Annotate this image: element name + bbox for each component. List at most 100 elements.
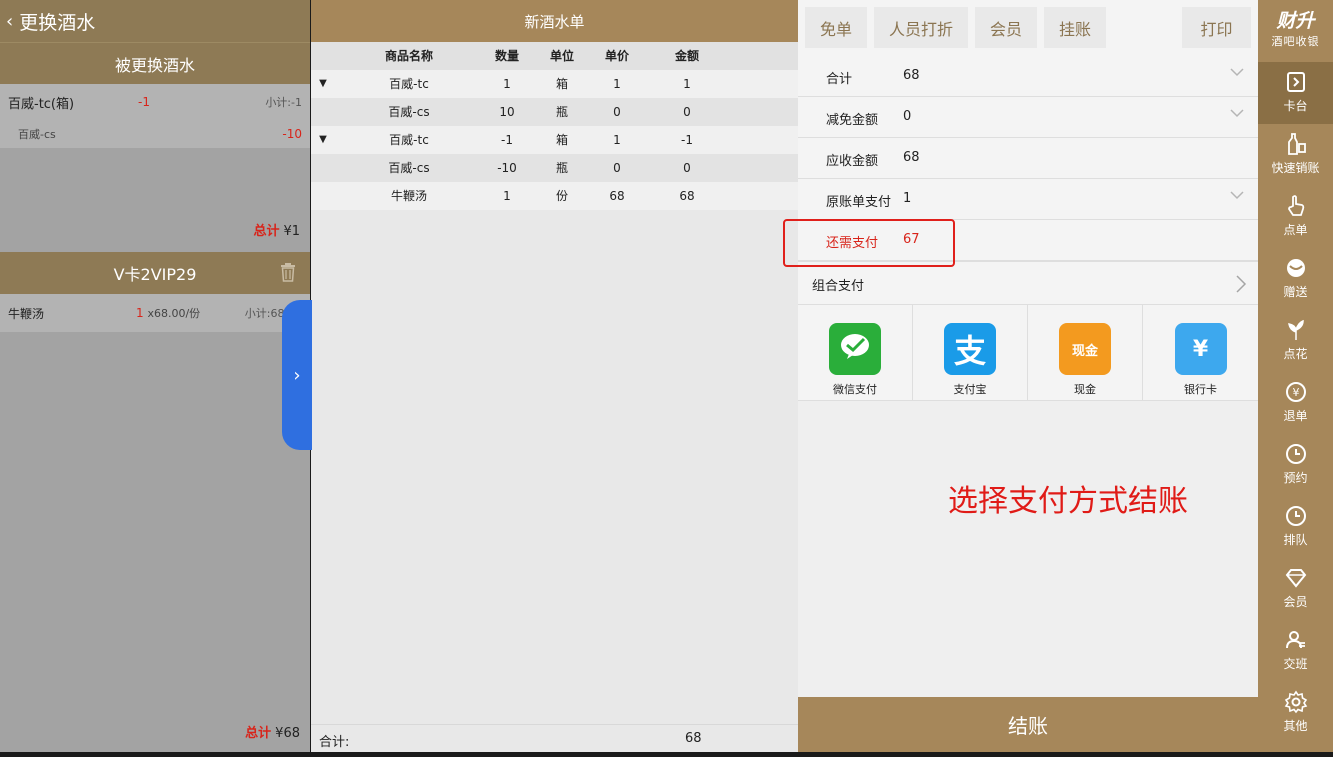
table-row[interactable]: ▼ 百威-tc 1 箱 1 1 <box>311 70 798 98</box>
item-subtotal: -10 <box>282 127 302 141</box>
expand-panel-tab[interactable]: › <box>282 300 312 450</box>
summary-value: 68 <box>903 150 920 165</box>
system-bottom-bar <box>0 752 1333 757</box>
cell-price: 0 <box>613 161 621 175</box>
table-icon <box>1286 72 1305 92</box>
expand-triangle-icon <box>311 98 335 126</box>
table-row[interactable]: 百威-cs -10 瓶 0 0 <box>311 154 798 182</box>
column-header: 数量 <box>494 49 519 63</box>
expand-triangle-icon[interactable]: ▼ <box>311 70 335 98</box>
cell-unit: 份 <box>555 189 568 203</box>
chevron-down-icon[interactable] <box>1230 106 1244 120</box>
item-name: 百威-tc(箱) <box>8 96 75 112</box>
sidebar-item-flower[interactable]: 点花 <box>1258 310 1333 372</box>
sidebar-item-other[interactable]: 其他 <box>1258 682 1333 744</box>
cell-qty: 10 <box>499 105 515 119</box>
sidebar-item-table[interactable]: 卡台 <box>1258 62 1333 124</box>
column-header: 单价 <box>604 49 629 63</box>
pay-cash-button[interactable]: 现金 现金 <box>1028 305 1143 401</box>
total-label: 总计 <box>245 726 272 741</box>
sidebar-item-quick-checkout[interactable]: 快速销账 <box>1258 124 1333 186</box>
payment-label: 现金 <box>1074 383 1096 396</box>
table-row[interactable]: ▼ 百威-tc -1 箱 1 -1 <box>311 126 798 154</box>
summary-row-total[interactable]: 合计 68 <box>798 56 1258 97</box>
footer-total: 68 <box>685 731 702 746</box>
chevron-left-icon[interactable]: ‹ <box>6 11 13 32</box>
chevron-down-icon[interactable] <box>1230 188 1244 202</box>
list-item[interactable]: 牛鞭汤 1 x68.00/份 小计:68.00 <box>0 294 310 332</box>
payment-label: 微信支付 <box>833 383 877 396</box>
pay-bank-card-button[interactable]: ¥ 银行卡 <box>1143 305 1258 401</box>
toolbar: 免单 人员打折 会员 挂账 打印 <box>798 0 1258 56</box>
sidebar-item-label: 其他 <box>1283 719 1308 733</box>
cell-name: 牛鞭汤 <box>390 189 427 203</box>
sidebar-item-member[interactable]: 会员 <box>1258 558 1333 620</box>
chevron-right-icon[interactable] <box>1234 274 1248 294</box>
member-button[interactable]: 会员 <box>975 7 1037 48</box>
item-name: 百威-cs <box>18 128 56 141</box>
sidebar-item-gift[interactable]: 赠送 <box>1258 248 1333 310</box>
table-row[interactable]: 百威-cs 10 瓶 0 0 <box>311 98 798 126</box>
item-name: 牛鞭汤 <box>8 306 45 321</box>
summary-value: 1 <box>903 191 912 206</box>
pay-alipay-button[interactable]: 支 支付宝 <box>913 305 1028 401</box>
total-value: ¥68 <box>275 726 300 741</box>
replaced-total: 总计 ¥1 <box>0 220 310 242</box>
wechat-pay-icon <box>841 334 869 359</box>
summary-label: 合计 <box>826 72 853 87</box>
table-body: ▼ 百威-tc 1 箱 1 1 百威-cs 10 瓶 0 0 ▼ 百威-tc -… <box>311 70 798 210</box>
column-header: 金额 <box>674 49 699 63</box>
svg-text:¥: ¥ <box>1292 386 1299 399</box>
item-qty: 1 x68.00/份 <box>136 306 201 320</box>
sidebar-item-label: 交班 <box>1283 657 1308 671</box>
sidebar-item-order[interactable]: 点单 <box>1258 186 1333 248</box>
main-sidebar: 财升 酒吧收银 卡台 快速销账 点单 赠送 点花 ¥ 退单 预约 排队 会员 交… <box>1258 0 1333 752</box>
sidebar-item-label: 赠送 <box>1283 285 1308 299</box>
chevron-down-icon[interactable] <box>1230 65 1244 79</box>
checkout-button[interactable]: 结账 <box>798 697 1258 752</box>
replaced-section-header: 被更换酒水 <box>0 42 310 84</box>
list-item[interactable]: 百威-tc(箱) -1 小计:-1 <box>0 84 310 120</box>
summary-row-discount[interactable]: 减免金额 0 <box>798 97 1258 138</box>
sidebar-item-reserve[interactable]: 预约 <box>1258 434 1333 496</box>
table-header: 商品名称 数量 单位 单价 金额 <box>311 42 798 70</box>
sidebar-item-label: 会员 <box>1283 595 1308 609</box>
summary-label: 减免金额 <box>826 113 879 128</box>
cell-unit: 箱 <box>555 77 568 91</box>
payment-methods: 微信支付 支 支付宝 现金 现金 ¥ 银行卡 <box>798 305 1258 401</box>
cell-unit: 箱 <box>555 133 568 147</box>
instruction-text: 选择支付方式结账 <box>948 484 1188 519</box>
total-value: ¥1 <box>283 224 300 239</box>
new-drinks-panel: 新酒水单 商品名称 数量 单位 单价 金额 ▼ 百威-tc 1 箱 1 1 百威… <box>311 0 798 752</box>
gift-icon <box>1286 259 1305 277</box>
panel-header: ‹ 更换酒水 <box>0 0 310 42</box>
sidebar-item-label: 预约 <box>1283 471 1308 485</box>
bank-card-icon: ¥ <box>1174 323 1227 375</box>
total-label: 总计 <box>253 224 280 239</box>
combined-payment-row[interactable]: 组合支付 <box>798 261 1258 305</box>
summary-row-original-paid[interactable]: 原账单支付 1 <box>798 179 1258 220</box>
on-account-button[interactable]: 挂账 <box>1044 7 1106 48</box>
table-row[interactable]: 牛鞭汤 1 份 68 68 <box>311 182 798 210</box>
item-qty: -1 <box>138 95 150 109</box>
summary-value: 0 <box>903 109 912 124</box>
staff-discount-button[interactable]: 人员打折 <box>874 7 968 48</box>
cell-amount: 1 <box>683 77 691 91</box>
footer-label: 合计: <box>319 735 350 750</box>
cell-amount: 68 <box>679 189 695 203</box>
payment-label: 支付宝 <box>953 383 987 396</box>
trash-icon[interactable] <box>280 263 296 282</box>
expand-triangle-icon[interactable]: ▼ <box>311 126 335 154</box>
sidebar-item-shift[interactable]: 交班 <box>1258 620 1333 675</box>
cell-amount: -1 <box>681 133 693 147</box>
sidebar-item-refund[interactable]: ¥ 退单 <box>1258 372 1333 434</box>
pay-wechat-button[interactable]: 微信支付 <box>798 305 913 401</box>
sidebar-item-label: 退单 <box>1283 409 1308 423</box>
sidebar-item-label: 排队 <box>1283 533 1308 547</box>
reserve-icon <box>1285 444 1306 464</box>
print-button[interactable]: 打印 <box>1182 7 1251 48</box>
sidebar-item-queue[interactable]: 排队 <box>1258 496 1333 558</box>
list-item[interactable]: 百威-cs -10 <box>0 120 310 148</box>
cell-qty: 1 <box>503 189 511 203</box>
free-order-button[interactable]: 免单 <box>805 7 867 48</box>
